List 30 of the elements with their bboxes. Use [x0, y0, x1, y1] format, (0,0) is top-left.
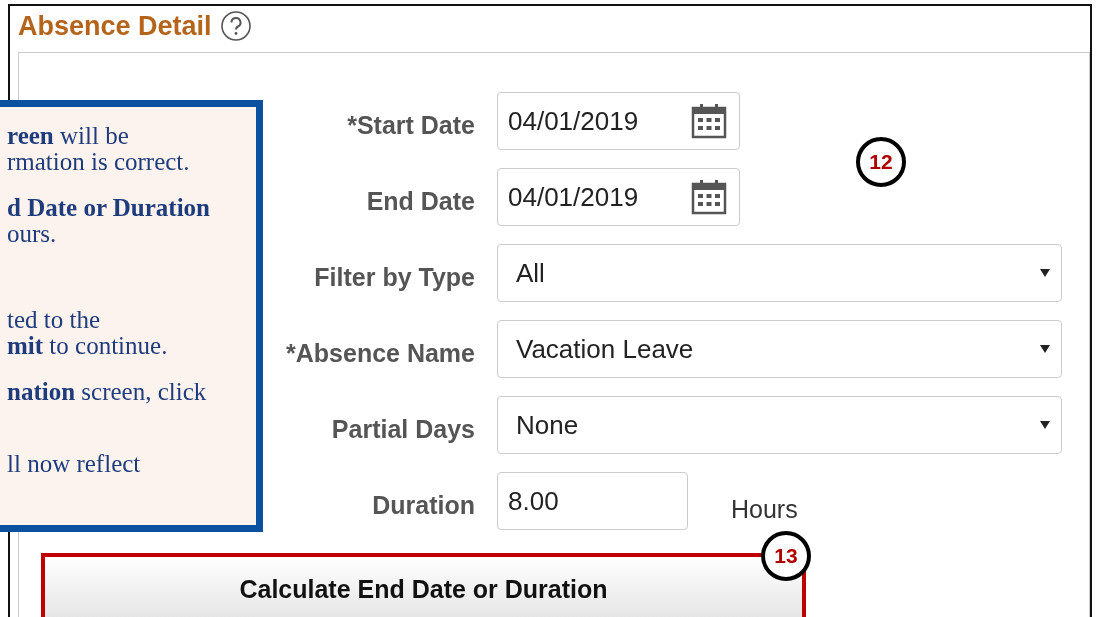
- dropdown-arrow-icon: [1039, 344, 1051, 354]
- callout-text: ted to the: [7, 307, 102, 333]
- callout-text: reen will be: [7, 123, 130, 149]
- help-icon[interactable]: [219, 10, 252, 42]
- callout-text: mit to continue.: [7, 333, 169, 359]
- dropdown-arrow-icon: [1039, 268, 1051, 278]
- field-label: End Date: [366, 186, 475, 216]
- dropdown[interactable]: All: [497, 244, 1062, 302]
- date-field[interactable]: 04/01/2019: [497, 92, 740, 150]
- callout-text: ours.: [7, 221, 58, 247]
- input-field[interactable]: 8.00: [497, 472, 688, 530]
- callout-text: d Date or Duration: [7, 195, 211, 221]
- field-label: Partial Days: [331, 414, 475, 444]
- field-label: Filter by Type: [314, 262, 475, 292]
- dropdown[interactable]: None: [497, 396, 1062, 454]
- step-number: 12: [856, 137, 906, 187]
- callout-text: rmation is correct.: [7, 149, 191, 175]
- field-label: *Absence Name: [286, 338, 475, 368]
- calendar-icon[interactable]: [689, 177, 729, 217]
- callout-text: ll now reflect: [7, 451, 142, 477]
- step-number: 13: [761, 531, 811, 581]
- unit-label: Hours: [731, 494, 798, 524]
- dropdown-arrow-icon: [1039, 420, 1051, 430]
- section-title: Absence Detail: [18, 10, 212, 42]
- callout-text: nation screen, click: [7, 379, 208, 405]
- date-field[interactable]: 04/01/2019: [497, 168, 740, 226]
- field-label: Duration: [372, 490, 475, 520]
- dropdown[interactable]: Vacation Leave: [497, 320, 1062, 378]
- calendar-icon[interactable]: [689, 101, 729, 141]
- field-label: *Start Date: [347, 110, 475, 140]
